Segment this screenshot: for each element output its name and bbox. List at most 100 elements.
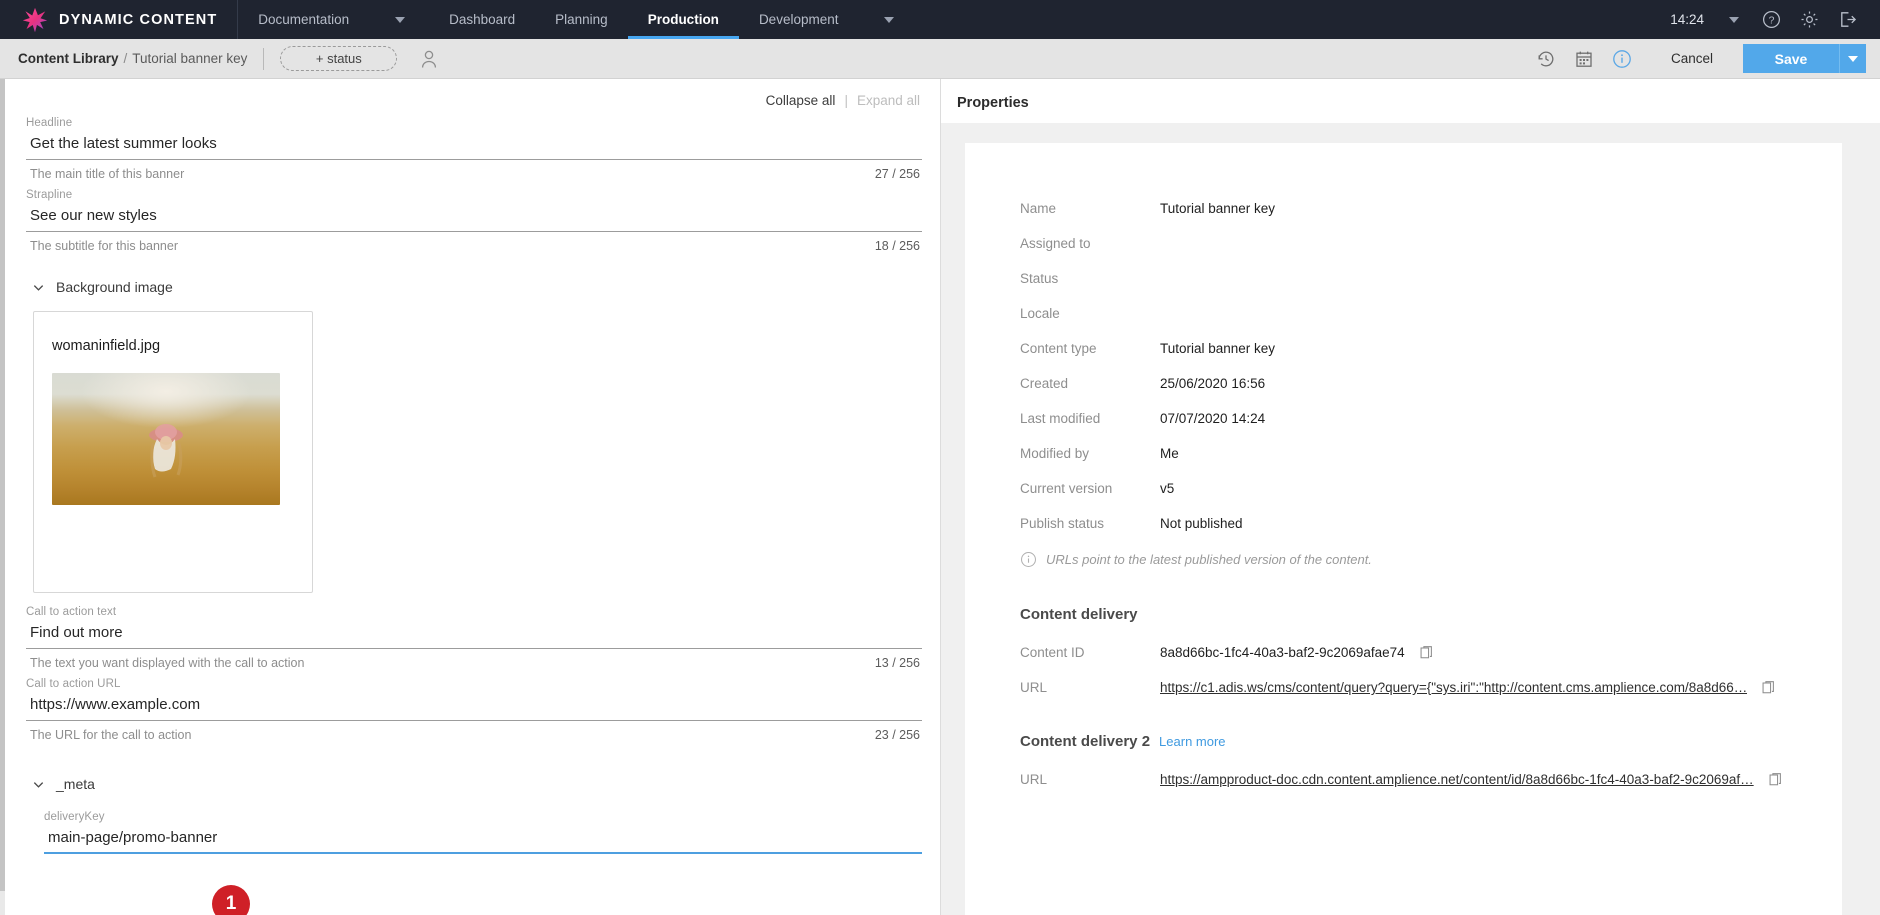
cta-url-input[interactable] <box>26 696 922 721</box>
save-button[interactable]: Save <box>1743 44 1839 73</box>
subheader-actions: Cancel Save <box>1527 43 1866 75</box>
field-hint: The text you want displayed with the cal… <box>30 656 305 670</box>
brand-logo-area[interactable]: DYNAMIC CONTENT <box>0 0 237 39</box>
callout-badge-1: 1 <box>212 885 250 915</box>
image-file-name: womaninfield.jpg <box>52 338 161 354</box>
delivery-key-input[interactable] <box>44 829 922 854</box>
development-dropdown-toggle[interactable] <box>858 0 918 39</box>
person-icon <box>422 50 437 68</box>
chevron-down-icon <box>1729 16 1739 23</box>
field-footer: The subtitle for this banner 18 / 256 <box>26 239 922 253</box>
nav-label: Dashboard <box>449 12 516 27</box>
copy-content-delivery-url-button[interactable] <box>1761 680 1776 695</box>
controls-separator: | <box>844 93 848 108</box>
content-id-row: Content ID 8a8d66bc-1fc4-40a3-baf2-9c206… <box>1020 645 1842 660</box>
nav-item-dashboard[interactable]: Dashboard <box>429 0 535 39</box>
gear-icon <box>1801 11 1817 28</box>
copy-content-delivery-2-url-button[interactable] <box>1768 772 1783 787</box>
nav-item-development[interactable]: Development <box>739 0 859 39</box>
urls-info-note: URLs point to the latest published versi… <box>1020 551 1842 568</box>
nav-label: Documentation <box>258 12 350 27</box>
url-label: URL <box>1020 680 1048 695</box>
copy-content-id-button[interactable] <box>1419 645 1434 660</box>
background-image-card[interactable]: womaninfield.jpg <box>33 311 313 593</box>
nav-label: Production <box>647 12 719 27</box>
main-body: Collapse all | Expand all Headline The m… <box>0 79 1880 915</box>
woman-in-field-illustration <box>149 423 183 478</box>
chevron-down-icon <box>33 284 44 291</box>
field-char-count: 13 / 256 <box>874 656 920 670</box>
property-key: Content type <box>1020 341 1097 356</box>
properties-card: Name Tutorial banner key Assigned to Sta… <box>965 143 1842 915</box>
documentation-dropdown-toggle[interactable] <box>369 0 429 39</box>
field-char-count: 23 / 256 <box>874 728 920 742</box>
property-value: Tutorial banner key <box>1160 341 1276 356</box>
help-button[interactable]: ? <box>1752 0 1790 39</box>
field-footer: The URL for the call to action 23 / 256 <box>26 728 922 742</box>
settings-button[interactable] <box>1790 0 1828 39</box>
collapse-expand-controls: Collapse all | Expand all <box>26 79 922 114</box>
breadcrumb-separator: / <box>123 51 128 66</box>
save-options-dropdown[interactable] <box>1839 44 1866 73</box>
assignee-button[interactable] <box>419 49 439 69</box>
learn-more-link[interactable]: Learn more <box>1159 734 1225 749</box>
breadcrumb-current-item: Tutorial banner key <box>132 51 248 66</box>
field-hint: The subtitle for this banner <box>30 239 178 253</box>
cta-text-input[interactable] <box>26 624 922 649</box>
property-key: Publish status <box>1020 516 1105 531</box>
svg-text:?: ? <box>1768 15 1774 26</box>
clock-dropdown-toggle[interactable] <box>1714 0 1752 39</box>
cancel-button[interactable]: Cancel <box>1641 51 1739 66</box>
version-history-button[interactable] <box>1527 43 1565 75</box>
property-row-content-type: Content type Tutorial banner key <box>1020 341 1842 356</box>
property-value: 25/06/2020 16:56 <box>1160 376 1266 391</box>
add-status-button[interactable]: + status <box>280 46 398 71</box>
collapse-all-button[interactable]: Collapse all <box>766 93 836 108</box>
field-char-count: 18 / 256 <box>874 239 920 253</box>
property-row-created: Created 25/06/2020 16:56 <box>1020 376 1842 391</box>
form-scrollbar-thumb[interactable] <box>0 79 5 891</box>
nav-item-documentation[interactable]: Documentation <box>238 0 369 39</box>
content-delivery-2-url-row: URL https://ampproduct-doc.cdn.content.a… <box>1020 772 1842 787</box>
headline-input[interactable] <box>26 135 922 160</box>
property-key: Created <box>1020 376 1069 391</box>
schedule-button[interactable] <box>1565 43 1603 75</box>
field-cta-url: Call to action URL The URL for the call … <box>26 675 922 742</box>
content-delivery-url-link[interactable]: https://c1.adis.ws/cms/content/query?que… <box>1160 680 1747 695</box>
strapline-input[interactable] <box>26 207 922 232</box>
field-headline: Headline The main title of this banner 2… <box>26 114 922 181</box>
field-strapline: Strapline The subtitle for this banner 1… <box>26 186 922 253</box>
info-circle-icon <box>1613 49 1631 68</box>
nav-label: Development <box>758 12 839 27</box>
field-char-count: 27 / 256 <box>874 167 920 181</box>
content-delivery-title: Content delivery <box>1020 606 1842 623</box>
expand-all-button[interactable]: Expand all <box>857 93 920 108</box>
info-button[interactable] <box>1603 43 1641 75</box>
property-value: 07/07/2020 14:24 <box>1160 411 1266 426</box>
content-id-label: Content ID <box>1020 645 1085 660</box>
property-row-locale: Locale <box>1020 306 1842 321</box>
property-key: Last modified <box>1020 411 1101 426</box>
breadcrumb-content-library[interactable]: Content Library <box>18 51 119 66</box>
logout-button[interactable] <box>1828 0 1866 39</box>
property-row-publish-status: Publish status Not published <box>1020 516 1842 531</box>
save-button-group: Save <box>1743 44 1866 73</box>
nav-item-planning[interactable]: Planning <box>535 0 628 39</box>
image-thumbnail[interactable] <box>52 373 280 505</box>
chevron-down-icon <box>884 16 895 23</box>
field-delivery-key: deliveryKey <box>44 808 922 854</box>
logout-icon <box>1840 12 1856 27</box>
top-navigation-bar: DYNAMIC CONTENT Documentation Dashboard … <box>0 0 1880 39</box>
property-row-assigned-to: Assigned to <box>1020 236 1842 251</box>
field-label: Call to action text <box>26 606 117 618</box>
form-scrollbar-track[interactable] <box>0 79 5 915</box>
field-label: Headline <box>26 117 73 129</box>
section-background-image-toggle[interactable]: Background image <box>32 279 922 295</box>
nav-item-production[interactable]: Production <box>627 0 740 39</box>
field-label: Call to action URL <box>26 678 121 690</box>
content-form-panel: Collapse all | Expand all Headline The m… <box>0 79 941 915</box>
section-meta-toggle[interactable]: _meta <box>32 776 922 792</box>
calendar-icon <box>1576 51 1592 67</box>
properties-title: Properties <box>941 79 1880 123</box>
content-delivery-2-url-link[interactable]: https://ampproduct-doc.cdn.content.ampli… <box>1160 772 1754 787</box>
